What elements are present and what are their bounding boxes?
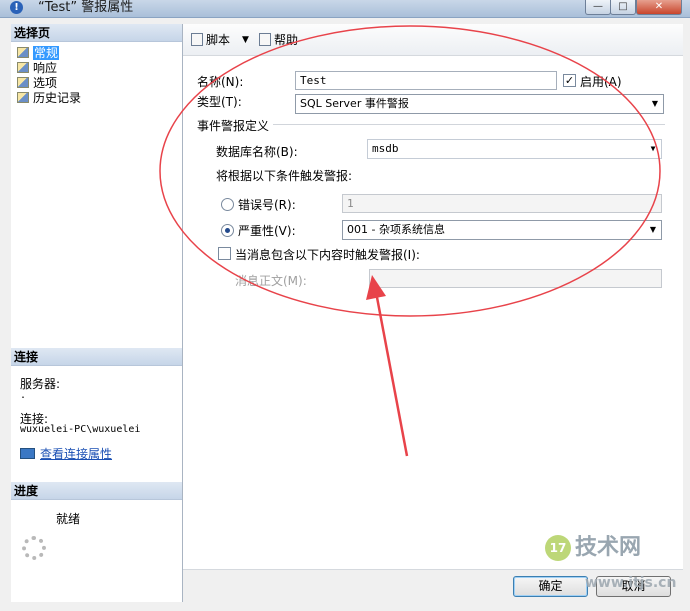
help-button[interactable]: 帮助 [259,32,298,48]
close-button[interactable]: ✕ [636,0,682,15]
connection-value: wuxuelei-PC\wuxuelei [20,424,141,435]
title-bar: ! “Test” 警报属性 — □ ✕ [0,0,690,18]
minimize-button[interactable]: — [585,0,611,15]
enable-label: 启用(A) [580,75,622,89]
page-icon [17,92,29,103]
maximize-button[interactable]: □ [610,0,636,15]
message-text-label: 消息正文(M): [235,274,307,288]
watermark-text: 技术网 [575,535,642,560]
severity-select[interactable]: 001 - 杂项系统信息 ▼ [342,220,662,240]
main-pane: 脚本 ▼ 帮助 名称(N): Test ✓ 启用(A) 类型(T): SQL S… [183,24,683,569]
database-select-value: msdb [372,142,399,155]
name-label: 名称(N): [197,75,244,89]
event-definition-group-label: 事件警报定义 [197,119,270,133]
name-input[interactable]: Test [295,71,557,90]
left-pane: 选择页 常规 响应 选项 历史记录 连接 服务器: . 连接: wuxuelei… [11,24,183,602]
server-value: . [20,390,27,401]
page-item-options[interactable]: 选项 [17,75,57,91]
error-number-input[interactable]: 1 [342,194,662,213]
chevron-down-icon: ▼ [649,225,657,234]
watermark-url: www.itjs.cn [585,575,677,591]
error-number-label: 错误号(R): [238,198,296,212]
progress-spinner-icon [22,536,46,560]
message-contains-checkbox[interactable] [218,247,231,260]
page-item-label: 常规 [33,46,60,60]
type-select[interactable]: SQL Server 事件警报 ▼ [295,94,664,114]
script-dropdown-arrow-icon[interactable]: ▼ [242,32,249,48]
app-icon: ! [10,1,23,14]
page-item-history[interactable]: 历史记录 [17,90,81,106]
toolbar: 脚本 ▼ 帮助 [183,24,683,56]
page-icon [17,77,29,88]
view-connection-properties-link[interactable]: 查看连接属性 [20,445,112,462]
progress-status: 就绪 [56,512,81,526]
watermark: 17 技术网 www.itjs.cn [545,535,685,605]
severity-select-value: 001 - 杂项系统信息 [347,223,445,236]
watermark-logo-icon: 17 [545,535,571,561]
page-item-label: 选项 [33,76,58,90]
page-item-general[interactable]: 常规 [17,45,60,61]
severity-radio[interactable] [221,224,234,237]
chevron-down-icon: ▼ [650,144,656,153]
page-item-label: 历史记录 [33,91,82,105]
page-item-label: 响应 [33,61,58,75]
connection-properties-icon [20,448,35,459]
help-icon [259,33,271,46]
script-icon [191,33,203,46]
window-title: “Test” 警报属性 [38,0,134,15]
message-text-input[interactable] [369,269,662,288]
type-select-value: SQL Server 事件警报 [300,97,409,110]
page-icon [17,47,29,58]
trigger-conditions-label: 将根据以下条件触发警报: [216,169,353,183]
connection-header: 连接 [11,348,182,366]
view-connection-properties-label: 查看连接属性 [40,447,113,461]
severity-label: 严重性(V): [238,224,296,238]
script-button[interactable]: 脚本 [191,32,230,48]
group-divider [273,124,665,125]
select-page-header: 选择页 [11,24,182,42]
type-label: 类型(T): [197,95,242,109]
progress-header: 进度 [11,482,182,500]
database-label: 数据库名称(B): [216,145,298,159]
database-select[interactable]: msdb ▼ [367,139,662,159]
chevron-down-icon: ▼ [651,99,659,108]
page-icon [17,62,29,73]
page-item-response[interactable]: 响应 [17,60,57,76]
script-label: 脚本 [206,33,231,47]
error-number-radio[interactable] [221,198,234,211]
enable-checkbox[interactable]: ✓ [563,74,576,87]
message-contains-label: 当消息包含以下内容时触发警报(I): [235,248,420,262]
help-label: 帮助 [274,33,299,47]
